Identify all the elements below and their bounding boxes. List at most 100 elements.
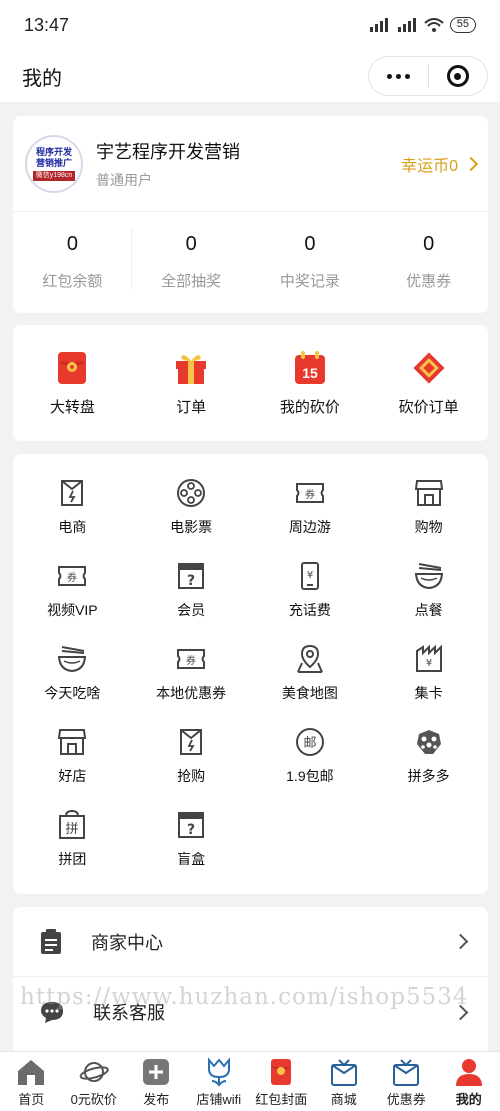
stat-coupons[interactable]: 0 优惠券 — [369, 233, 488, 291]
menu-contact-support[interactable]: 联系客服 — [13, 977, 488, 1047]
map-pin-icon — [296, 644, 323, 673]
film-reel-icon — [177, 479, 206, 507]
profile-header[interactable]: 程序开发 营销推广 微信y198cn 宇艺程序开发营销 普通用户 幸运币0 — [13, 116, 488, 212]
storefront-icon — [414, 480, 443, 506]
page-title: 我的 — [22, 67, 62, 90]
service-pinduoduo[interactable]: 拼多多 — [369, 726, 488, 809]
quick-orders[interactable]: 订单 — [132, 350, 251, 417]
quick-big-wheel[interactable]: 大转盘 — [13, 350, 132, 417]
plus-icon — [143, 1059, 170, 1085]
svg-text:券: 券 — [186, 654, 196, 667]
status-time: 13:47 — [24, 14, 70, 35]
svg-text:邮: 邮 — [303, 736, 316, 751]
service-free-shipping[interactable]: 邮 1.9包邮 — [251, 726, 370, 809]
status-bar: 13:47 55 — [0, 0, 500, 50]
service-movie-tickets[interactable]: 电影票 — [132, 477, 251, 560]
service-phone-recharge[interactable]: ¥ 充话费 — [251, 560, 370, 643]
profile-card: 程序开发 营销推广 微信y198cn 宇艺程序开发营销 普通用户 幸运币0 0 … — [13, 116, 488, 313]
post-icon: 邮 — [295, 728, 324, 756]
chevron-right-icon — [452, 1004, 469, 1020]
group-buy-icon: 拼 — [59, 809, 86, 839]
fortune-icon — [413, 351, 445, 384]
gift-icon — [176, 354, 207, 384]
stat-red-envelope-balance[interactable]: 0 红包余额 — [13, 227, 132, 291]
user-name: 宇艺程序开发营销 — [96, 141, 240, 162]
chat-icon — [41, 1002, 63, 1023]
tab-me[interactable]: 我的 — [438, 1052, 500, 1111]
card-bag-icon: ¥ — [415, 644, 442, 672]
svg-text:¥: ¥ — [307, 570, 313, 581]
service-what-to-eat[interactable]: 今天吃啥 — [13, 643, 132, 726]
stat-all-lotteries[interactable]: 0 全部抽奖 — [132, 233, 251, 291]
red-envelope-icon — [271, 1059, 292, 1085]
shopping-bag-icon — [180, 729, 203, 755]
noodle-bowl-icon — [414, 563, 443, 590]
lucky-coins-link[interactable]: 幸运币0 — [401, 152, 479, 176]
nav-bar: 我的 — [0, 50, 500, 102]
svg-text:?: ? — [187, 822, 195, 838]
phone-yen-icon: ¥ — [300, 562, 319, 590]
service-group-buy[interactable]: 拼 拼团 — [13, 809, 132, 892]
signal-icon-2 — [397, 18, 416, 32]
service-food-map[interactable]: 美食地图 — [251, 643, 370, 726]
svg-text:?: ? — [187, 573, 195, 589]
target-icon — [446, 65, 469, 87]
gift-box-icon — [330, 1059, 357, 1086]
close-mini-program-button[interactable] — [429, 57, 488, 95]
wifi-icon — [424, 18, 444, 32]
service-blind-box[interactable]: ? 盲盒 — [132, 809, 251, 892]
svg-text:¥: ¥ — [425, 658, 431, 669]
service-video-vip[interactable]: 券 视频VIP — [13, 560, 132, 643]
service-flash-sale[interactable]: 抢购 — [132, 726, 251, 809]
tab-shop-wifi[interactable]: 店铺wifi — [188, 1052, 251, 1111]
lucky-coins-label: 幸运币0 — [401, 157, 458, 175]
tab-bar: 首页 0元砍价 发布 店铺wifi 红包封面 商城 优惠券 我的 — [0, 1051, 500, 1111]
red-envelope-icon — [58, 351, 87, 384]
chevron-right-icon — [452, 933, 469, 950]
service-good-shops[interactable]: 好店 — [13, 726, 132, 809]
tab-mall[interactable]: 商城 — [313, 1052, 376, 1111]
storefront-icon — [58, 729, 87, 755]
svg-text:券: 券 — [305, 488, 315, 501]
noodle-bowl-icon — [58, 646, 87, 673]
quick-my-bargain[interactable]: 15 我的砍价 — [251, 350, 370, 417]
avatar[interactable]: 程序开发 营销推广 微信y198cn — [25, 134, 83, 193]
status-icons: 55 — [369, 17, 476, 33]
svg-text:15: 15 — [302, 365, 318, 381]
home-icon — [18, 1060, 45, 1085]
service-local-coupons[interactable]: 券 本地优惠券 — [132, 643, 251, 726]
stats-row: 0 红包余额 0 全部抽奖 0 中奖记录 0 优惠券 — [13, 212, 488, 312]
tab-red-envelope-cover[interactable]: 红包封面 — [250, 1052, 313, 1111]
planet-icon — [79, 1062, 109, 1082]
battery-indicator: 55 — [449, 17, 476, 33]
mystery-box-icon: ? — [178, 812, 205, 838]
quick-bargain-orders[interactable]: 砍价订单 — [369, 350, 488, 417]
more-button[interactable] — [369, 57, 428, 95]
coupon-icon: 券 — [177, 649, 206, 669]
tab-home[interactable]: 首页 — [0, 1052, 63, 1111]
service-order-food[interactable]: 点餐 — [369, 560, 488, 643]
service-ecommerce[interactable]: 电商 — [13, 477, 132, 560]
ticket-icon: 券 — [295, 483, 324, 503]
stat-winning-records[interactable]: 0 中奖记录 — [251, 233, 370, 291]
coupon-icon: 券 — [58, 566, 87, 586]
tab-zero-bargain[interactable]: 0元砍价 — [63, 1052, 126, 1111]
service-membership[interactable]: ? 会员 — [132, 560, 251, 643]
svg-text:拼: 拼 — [66, 822, 79, 837]
service-collect-cards[interactable]: ¥ 集卡 — [369, 643, 488, 726]
mini-program-capsule — [368, 56, 488, 96]
chevron-right-icon — [463, 156, 479, 171]
service-shopping[interactable]: 购物 — [369, 477, 488, 560]
pdd-icon — [416, 730, 441, 754]
menu-list: 商家中心 联系客服 — [13, 907, 488, 1057]
menu-merchant-center[interactable]: 商家中心 — [13, 907, 488, 977]
clipboard-icon — [41, 928, 61, 954]
tab-coupons[interactable]: 优惠券 — [375, 1052, 438, 1111]
gift-box-icon — [393, 1059, 420, 1086]
shopping-bag-icon — [61, 480, 84, 506]
svg-text:券: 券 — [67, 571, 77, 584]
tab-publish[interactable]: 发布 — [125, 1052, 188, 1111]
signal-icon — [369, 18, 388, 32]
service-nearby-travel[interactable]: 券 周边游 — [251, 477, 370, 560]
user-role: 普通用户 — [96, 171, 152, 188]
